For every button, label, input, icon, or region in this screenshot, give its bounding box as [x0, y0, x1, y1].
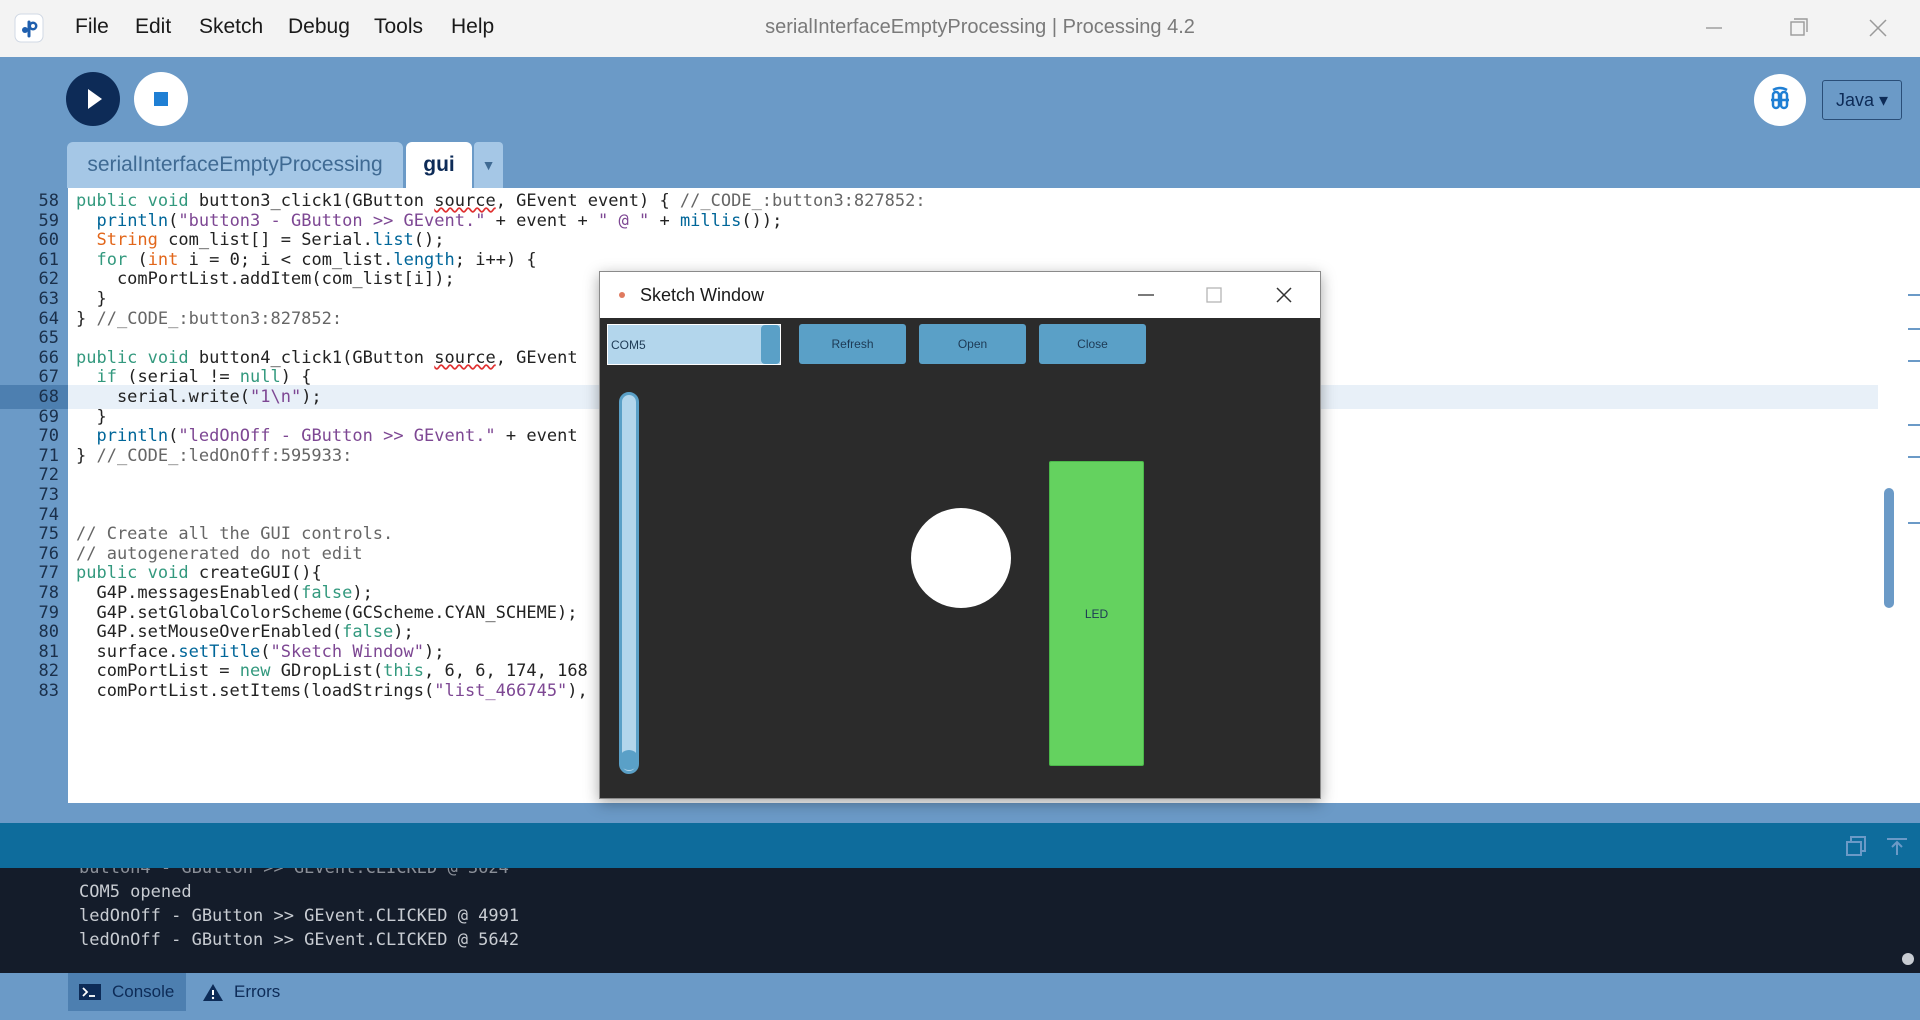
error-marker[interactable] [1908, 522, 1920, 524]
error-marker[interactable] [1908, 424, 1920, 426]
close-button[interactable]: Close [1039, 324, 1146, 364]
sketch-window-title: Sketch Window [640, 285, 765, 305]
error-marker[interactable] [1908, 328, 1920, 330]
terminal-icon [79, 984, 101, 1000]
close-icon[interactable] [1858, 10, 1898, 46]
warning-icon [203, 984, 223, 1001]
console-line: ledOnOff - GButton >> GEvent.CLICKED @ 4… [79, 906, 520, 926]
com-port-dropdown[interactable]: COM5 [607, 324, 781, 365]
toolbar: Java ▾ [0, 57, 1920, 140]
console-line: ledOnOff - GButton >> GEvent.CLICKED @ 5… [79, 930, 520, 950]
clear-console-icon[interactable] [1885, 835, 1909, 857]
led-button[interactable]: LED [1049, 461, 1144, 766]
status-footer: Console Errors [0, 973, 1920, 1020]
sketch-window-titlebar[interactable]: Sketch Window [600, 272, 1320, 318]
sketch-close-icon[interactable] [1266, 280, 1302, 310]
stop-icon [154, 92, 168, 106]
refresh-button[interactable]: Refresh [799, 324, 906, 364]
title-bar: File Edit Sketch Debug Tools Help serial… [0, 0, 1920, 57]
errors-tab[interactable]: Errors [200, 973, 320, 1011]
slider-thumb[interactable] [619, 750, 639, 770]
console-line: button4 - GButton >> GEvent.CLICKED @ 36… [79, 868, 509, 878]
error-marker[interactable] [1908, 294, 1920, 296]
debugger-button[interactable] [1754, 74, 1806, 126]
restore-icon[interactable] [1777, 10, 1817, 46]
copy-console-icon[interactable] [1845, 835, 1869, 857]
console-header [0, 823, 1920, 868]
sketch-minimize-icon[interactable] [1128, 280, 1164, 310]
tab-serialinterfaceemptyprocessing[interactable]: serialInterfaceEmptyProcessing [67, 142, 403, 188]
sketch-maximize-icon[interactable] [1196, 280, 1232, 310]
stop-button[interactable] [134, 72, 188, 126]
error-marker[interactable] [1908, 360, 1920, 362]
console-scroll-thumb[interactable] [1902, 953, 1914, 965]
indicator-circle [911, 508, 1011, 608]
errors-tab-label: Errors [234, 982, 281, 1001]
vertical-slider[interactable] [619, 392, 639, 774]
run-button[interactable] [66, 72, 120, 126]
tab-gui[interactable]: gui [406, 142, 472, 188]
open-button[interactable]: Open [919, 324, 1026, 364]
console-tab-label: Console [112, 982, 175, 1001]
sketch-window: Sketch Window COM5 Refresh Open Close LE… [599, 271, 1321, 799]
console-divider[interactable] [0, 803, 1920, 823]
com-port-value: COM5 [611, 338, 646, 352]
console-tab[interactable]: Console [68, 973, 186, 1011]
line-number: 83 [38, 681, 59, 701]
console-output[interactable]: button4 - GButton >> GEvent.CLICKED @ 36… [0, 868, 1920, 973]
sketch-app-icon [619, 292, 625, 298]
play-icon [88, 89, 102, 109]
tab-menu-button[interactable]: ▼ [474, 142, 503, 188]
mode-selector[interactable]: Java ▾ [1822, 80, 1902, 120]
console-line: COM5 opened [79, 882, 192, 902]
window-title: serialInterfaceEmptyProcessing | Process… [765, 16, 1195, 38]
dropdown-arrow[interactable] [761, 325, 780, 364]
minimize-icon[interactable] [1694, 10, 1734, 46]
editor-scrollbar-thumb[interactable] [1884, 488, 1894, 608]
error-marker[interactable] [1908, 456, 1920, 458]
debugger-icon [1771, 86, 1789, 110]
code-text[interactable]: comPortList.setItems(loadStrings("list_4… [76, 679, 628, 703]
